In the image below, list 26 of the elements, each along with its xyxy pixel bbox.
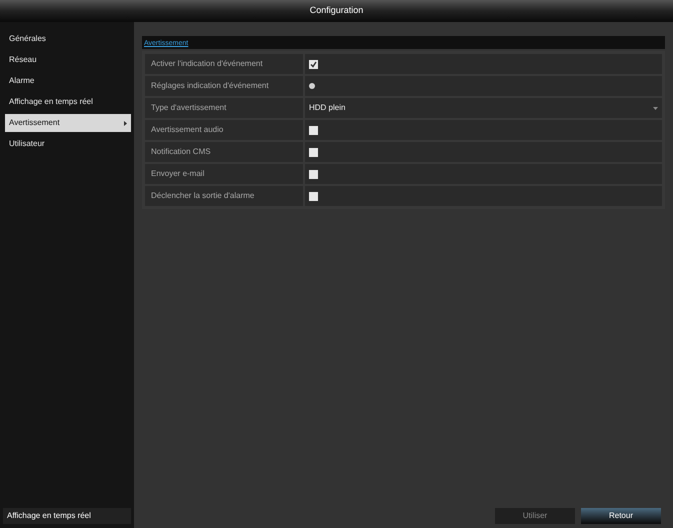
settings-icon[interactable] [309, 83, 315, 89]
action-button[interactable]: Retour [581, 508, 661, 524]
sidebar-item[interactable]: Avertissement [5, 114, 131, 132]
setting-label: Envoyer e-mail [151, 168, 204, 180]
sidebar-item[interactable]: Alarme [5, 72, 131, 90]
setting-label: Type d'avertissement [151, 102, 226, 114]
sidebar-item[interactable]: Affichage en temps réel [5, 93, 131, 111]
arrow-icon [124, 120, 127, 126]
checkbox[interactable] [309, 126, 318, 134]
checkbox[interactable] [309, 148, 318, 156]
checkbox[interactable] [309, 170, 318, 178]
setting-label: Déclencher la sortie d'alarme [151, 190, 254, 202]
checkbox[interactable] [309, 60, 318, 68]
window-title: Configuration [310, 4, 364, 18]
caret-icon [653, 106, 658, 110]
setting-label: Notification CMS [151, 146, 211, 158]
sidebar-item[interactable]: Générales [5, 30, 131, 48]
sidebar-item[interactable]: Réseau [5, 51, 131, 69]
sidebar-item[interactable]: Utilisateur [5, 135, 131, 153]
dropdown-value: HDD plein [309, 102, 346, 114]
setting-label: Activer l'indication d'événement [151, 58, 263, 70]
setting-label: Avertissement audio [151, 124, 224, 136]
check-icon [310, 60, 317, 68]
checkbox[interactable] [309, 192, 318, 200]
status-label: Affichage en temps réel [3, 508, 131, 524]
setting-label: Réglages indication d'événement [151, 80, 269, 92]
